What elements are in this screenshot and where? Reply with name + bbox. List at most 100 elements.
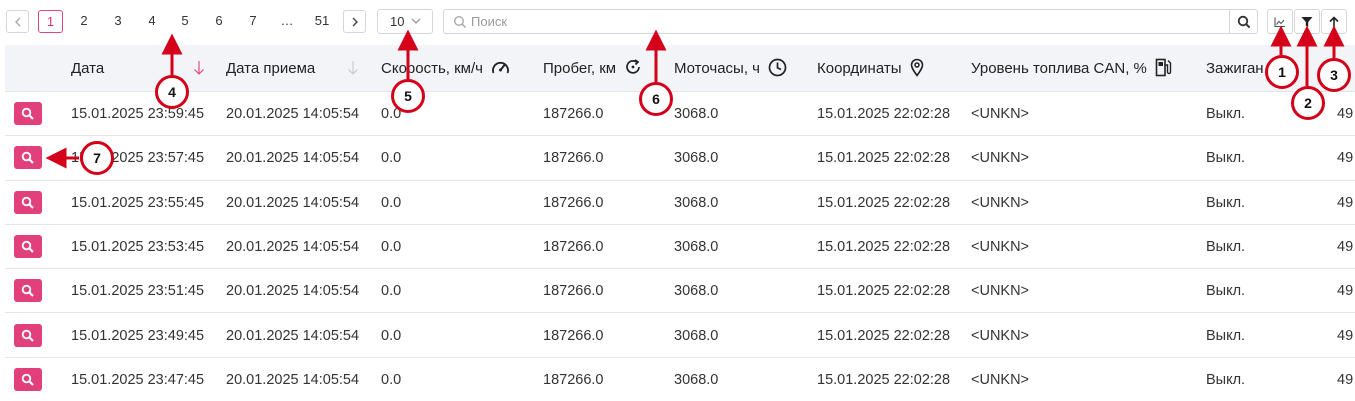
column-date[interactable]: Дата <box>71 45 104 92</box>
cell-fuel-level: <UNKN> <box>971 150 1030 167</box>
column-received-date[interactable]: Дата приема <box>226 45 315 92</box>
filter-icon <box>1301 16 1313 27</box>
search-button[interactable] <box>1229 9 1257 34</box>
chevron-right-icon <box>352 17 358 27</box>
cell-coordinates: 15.01.2025 22:02:28 <box>817 150 951 167</box>
cell-extra: 49 <box>1337 238 1354 255</box>
column-fuel-level-label: Уровень топлива CAN, % <box>971 60 1147 77</box>
page-6-button[interactable]: 6 <box>207 10 231 33</box>
row-view-button[interactable] <box>14 190 42 214</box>
cell-fuel-level: <UNKN> <box>971 194 1030 211</box>
pagination-ellipsis[interactable]: … <box>275 10 299 33</box>
row-view-button[interactable] <box>14 323 42 347</box>
chart-icon <box>1274 17 1285 27</box>
cell-received-date: 20.01.2025 14:05:54 <box>226 283 360 300</box>
column-coordinates-label: Координаты <box>817 60 902 77</box>
page-2-button[interactable]: 2 <box>72 10 96 33</box>
per-page-select[interactable]: 10 <box>377 9 433 34</box>
cell-date: 15.01.2025 23:55:45 <box>71 194 205 211</box>
cell-mileage: 187266.0 <box>543 150 604 167</box>
row-view-button[interactable] <box>14 102 42 125</box>
annotation-badge-1: 1 <box>1265 55 1299 89</box>
column-fuel-level[interactable]: Уровень топлива CAN, % <box>971 45 1172 92</box>
next-page-button[interactable] <box>343 10 366 33</box>
annotation-badge-4: 4 <box>155 75 189 109</box>
cell-fuel-level: <UNKN> <box>971 283 1030 300</box>
page-1-button[interactable]: 1 <box>38 10 63 33</box>
cell-speed: 0.0 <box>381 150 402 167</box>
chart-button[interactable] <box>1267 9 1293 34</box>
sort-down-icon[interactable] <box>347 60 359 76</box>
cell-coordinates: 15.01.2025 22:02:28 <box>817 106 951 122</box>
annotation-badge-7: 7 <box>80 141 114 175</box>
filter-button[interactable] <box>1294 9 1320 34</box>
table-row[interactable]: 15.01.2025 23:59:45 20.01.2025 14:05:54 0.… <box>5 92 1355 137</box>
cell-motohours: 3068.0 <box>674 371 719 388</box>
arrow-up-icon <box>1329 15 1339 27</box>
cell-fuel-level: <UNKN> <box>971 371 1030 388</box>
cell-coordinates: 15.01.2025 22:02:28 <box>817 238 951 255</box>
search-icon <box>21 240 34 253</box>
row-view-button[interactable] <box>14 367 42 391</box>
scroll-top-button[interactable] <box>1321 9 1347 34</box>
cell-mileage: 187266.0 <box>543 327 604 344</box>
table-row[interactable]: 15.01.2025 23:57:45 20.01.2025 14:05:54 0.… <box>5 136 1355 181</box>
fuel-icon <box>1155 58 1172 76</box>
search-icon <box>21 107 34 120</box>
search-icon <box>21 152 34 165</box>
cell-ignition: Выкл. <box>1206 194 1246 211</box>
column-coordinates[interactable]: Координаты <box>817 45 924 92</box>
table-row[interactable]: 15.01.2025 23:55:45 20.01.2025 14:05:54 0.… <box>5 181 1355 225</box>
cell-extra: 49 <box>1337 194 1354 211</box>
cell-motohours: 3068.0 <box>674 194 719 211</box>
table-row[interactable]: 15.01.2025 23:47:45 20.01.2025 14:05:54 0.… <box>5 358 1355 401</box>
cell-mileage: 187266.0 <box>543 106 604 122</box>
cell-coordinates: 15.01.2025 22:02:28 <box>817 327 951 344</box>
cell-date: 15.01.2025 23:49:45 <box>71 327 205 344</box>
row-view-button[interactable] <box>14 146 42 170</box>
cell-fuel-level: <UNKN> <box>971 238 1030 255</box>
cell-motohours: 3068.0 <box>674 150 719 167</box>
cell-received-date: 20.01.2025 14:05:54 <box>226 106 360 122</box>
cell-coordinates: 15.01.2025 22:02:28 <box>817 194 951 211</box>
cell-date: 15.01.2025 23:51:45 <box>71 283 205 300</box>
cell-extra: 49 <box>1337 150 1354 167</box>
cell-extra: 49 <box>1337 327 1354 344</box>
row-view-button[interactable] <box>14 234 42 258</box>
column-ignition[interactable]: Зажиган <box>1206 45 1264 92</box>
clock-icon <box>768 58 787 76</box>
cell-ignition: Выкл. <box>1206 150 1246 167</box>
search-input[interactable] <box>471 12 1226 31</box>
chevron-left-icon <box>14 17 20 27</box>
table-row[interactable]: 15.01.2025 23:49:45 20.01.2025 14:05:54 0.… <box>5 314 1355 358</box>
page-3-button[interactable]: 3 <box>106 10 130 33</box>
cell-mileage: 187266.0 <box>543 238 604 255</box>
odometer-icon <box>626 59 641 74</box>
cell-mileage: 187266.0 <box>543 371 604 388</box>
sort-down-icon[interactable] <box>193 60 205 76</box>
cell-ignition: Выкл. <box>1206 106 1246 122</box>
cell-speed: 0.0 <box>381 327 402 344</box>
cell-coordinates: 15.01.2025 22:02:28 <box>817 283 951 300</box>
row-view-button[interactable] <box>14 279 42 303</box>
page-5-button[interactable]: 5 <box>173 10 197 33</box>
search-icon <box>21 373 34 386</box>
cell-motohours: 3068.0 <box>674 238 719 255</box>
cell-motohours: 3068.0 <box>674 283 719 300</box>
cell-received-date: 20.01.2025 14:05:54 <box>226 150 360 167</box>
table-row[interactable]: 15.01.2025 23:51:45 20.01.2025 14:05:54 0.… <box>5 269 1355 314</box>
cell-ignition: Выкл. <box>1206 371 1246 388</box>
search-icon <box>21 196 34 209</box>
cell-mileage: 187266.0 <box>543 283 604 300</box>
page-4-button[interactable]: 4 <box>140 10 164 33</box>
prev-page-button[interactable] <box>6 10 29 33</box>
page-51-button[interactable]: 51 <box>309 10 335 33</box>
cell-speed: 0.0 <box>381 371 402 388</box>
column-motohours[interactable]: Моточасы, ч <box>674 45 787 92</box>
search-icon <box>21 329 34 342</box>
page-7-button[interactable]: 7 <box>241 10 265 33</box>
column-mileage[interactable]: Пробег, км <box>543 45 642 92</box>
table-row[interactable]: 15.01.2025 23:53:45 20.01.2025 14:05:54 0.… <box>5 225 1355 270</box>
data-table: Дата Дата приема Скорость, км/ч Пробег, … <box>5 45 1355 401</box>
cell-ignition: Выкл. <box>1206 283 1246 300</box>
